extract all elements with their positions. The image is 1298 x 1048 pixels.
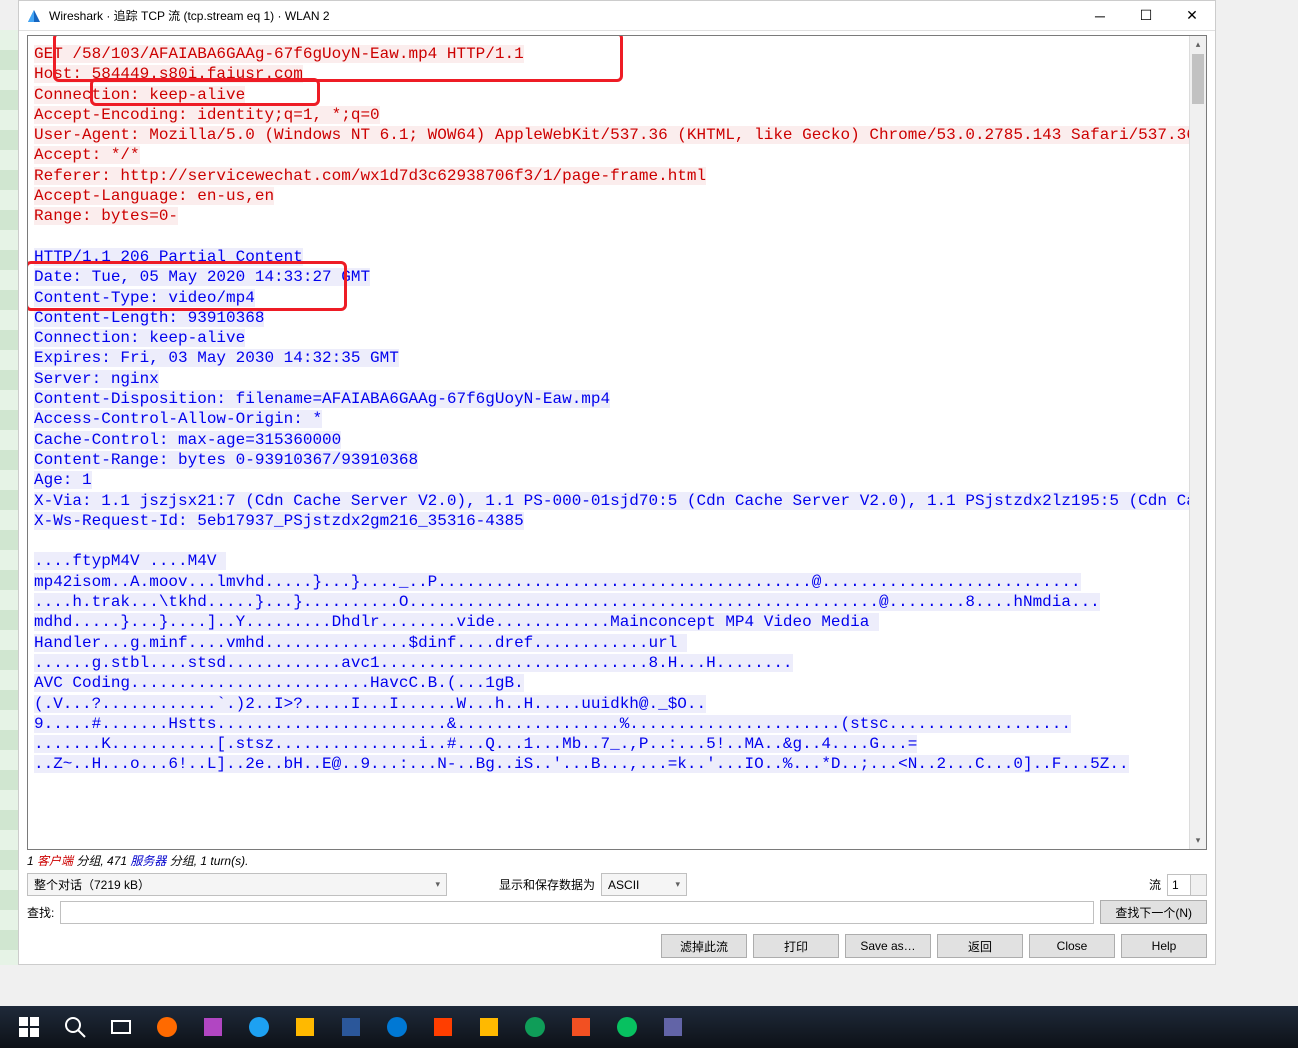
help-button[interactable]: Help — [1121, 934, 1207, 958]
taskbar[interactable] — [0, 1006, 1298, 1048]
minimize-button[interactable]: ─ — [1077, 1, 1123, 31]
taskbar-app-1[interactable] — [146, 1009, 188, 1045]
taskbar-app-7[interactable] — [422, 1009, 464, 1045]
find-label: 查找: — [27, 904, 54, 921]
filter-out-stream-button[interactable]: 滤掉此流 — [661, 934, 747, 958]
save-as-button[interactable]: Save as… — [845, 934, 931, 958]
vertical-scrollbar[interactable]: ▴ ▾ — [1189, 36, 1206, 849]
scroll-down-icon[interactable]: ▾ — [1190, 832, 1206, 849]
close-button[interactable]: ✕ — [1169, 1, 1215, 31]
find-next-button[interactable]: 查找下一个(N) — [1100, 900, 1207, 924]
taskbar-app-11[interactable] — [606, 1009, 648, 1045]
taskbar-app-4[interactable] — [284, 1009, 326, 1045]
close-dialog-button[interactable]: Close — [1029, 934, 1115, 958]
find-input[interactable] — [60, 901, 1094, 924]
stream-label: 流 — [1149, 876, 1161, 893]
taskbar-app-2[interactable] — [192, 1009, 234, 1045]
maximize-button[interactable]: ☐ — [1123, 1, 1169, 31]
titlebar: Wireshark · 追踪 TCP 流 (tcp.stream eq 1) ·… — [19, 1, 1215, 31]
display-save-label: 显示和保存数据为 — [499, 876, 595, 893]
taskbar-app-10[interactable] — [560, 1009, 602, 1045]
scroll-thumb[interactable] — [1192, 54, 1204, 104]
wireshark-icon — [27, 8, 43, 24]
taskbar-app-8[interactable] — [468, 1009, 510, 1045]
search-icon[interactable] — [54, 1009, 96, 1045]
window-title: Wireshark · 追踪 TCP 流 (tcp.stream eq 1) ·… — [49, 7, 1077, 24]
back-button[interactable]: 返回 — [937, 934, 1023, 958]
status-line: 1 客户端 分组, 471 服务器 分组, 1 turn(s). — [27, 852, 1207, 869]
taskbar-app-5[interactable] — [330, 1009, 372, 1045]
taskbar-app-9[interactable] — [514, 1009, 556, 1045]
stream-content[interactable]: GET /58/103/AFAIABA6GAAg-67f6gUoyN-Eaw.m… — [27, 35, 1207, 850]
taskbar-app-12[interactable] — [652, 1009, 694, 1045]
stream-number-input[interactable]: 1 — [1167, 874, 1207, 896]
format-select[interactable]: ASCII▾ — [601, 873, 687, 896]
start-button[interactable] — [8, 1009, 50, 1045]
task-view-icon[interactable] — [100, 1009, 142, 1045]
taskbar-app-6[interactable] — [376, 1009, 418, 1045]
scroll-up-icon[interactable]: ▴ — [1190, 36, 1206, 53]
follow-stream-dialog: Wireshark · 追踪 TCP 流 (tcp.stream eq 1) ·… — [18, 0, 1216, 965]
conversation-select[interactable]: 整个对话（7219 kB）▾ — [27, 873, 447, 896]
taskbar-app-3[interactable] — [238, 1009, 280, 1045]
print-button[interactable]: 打印 — [753, 934, 839, 958]
